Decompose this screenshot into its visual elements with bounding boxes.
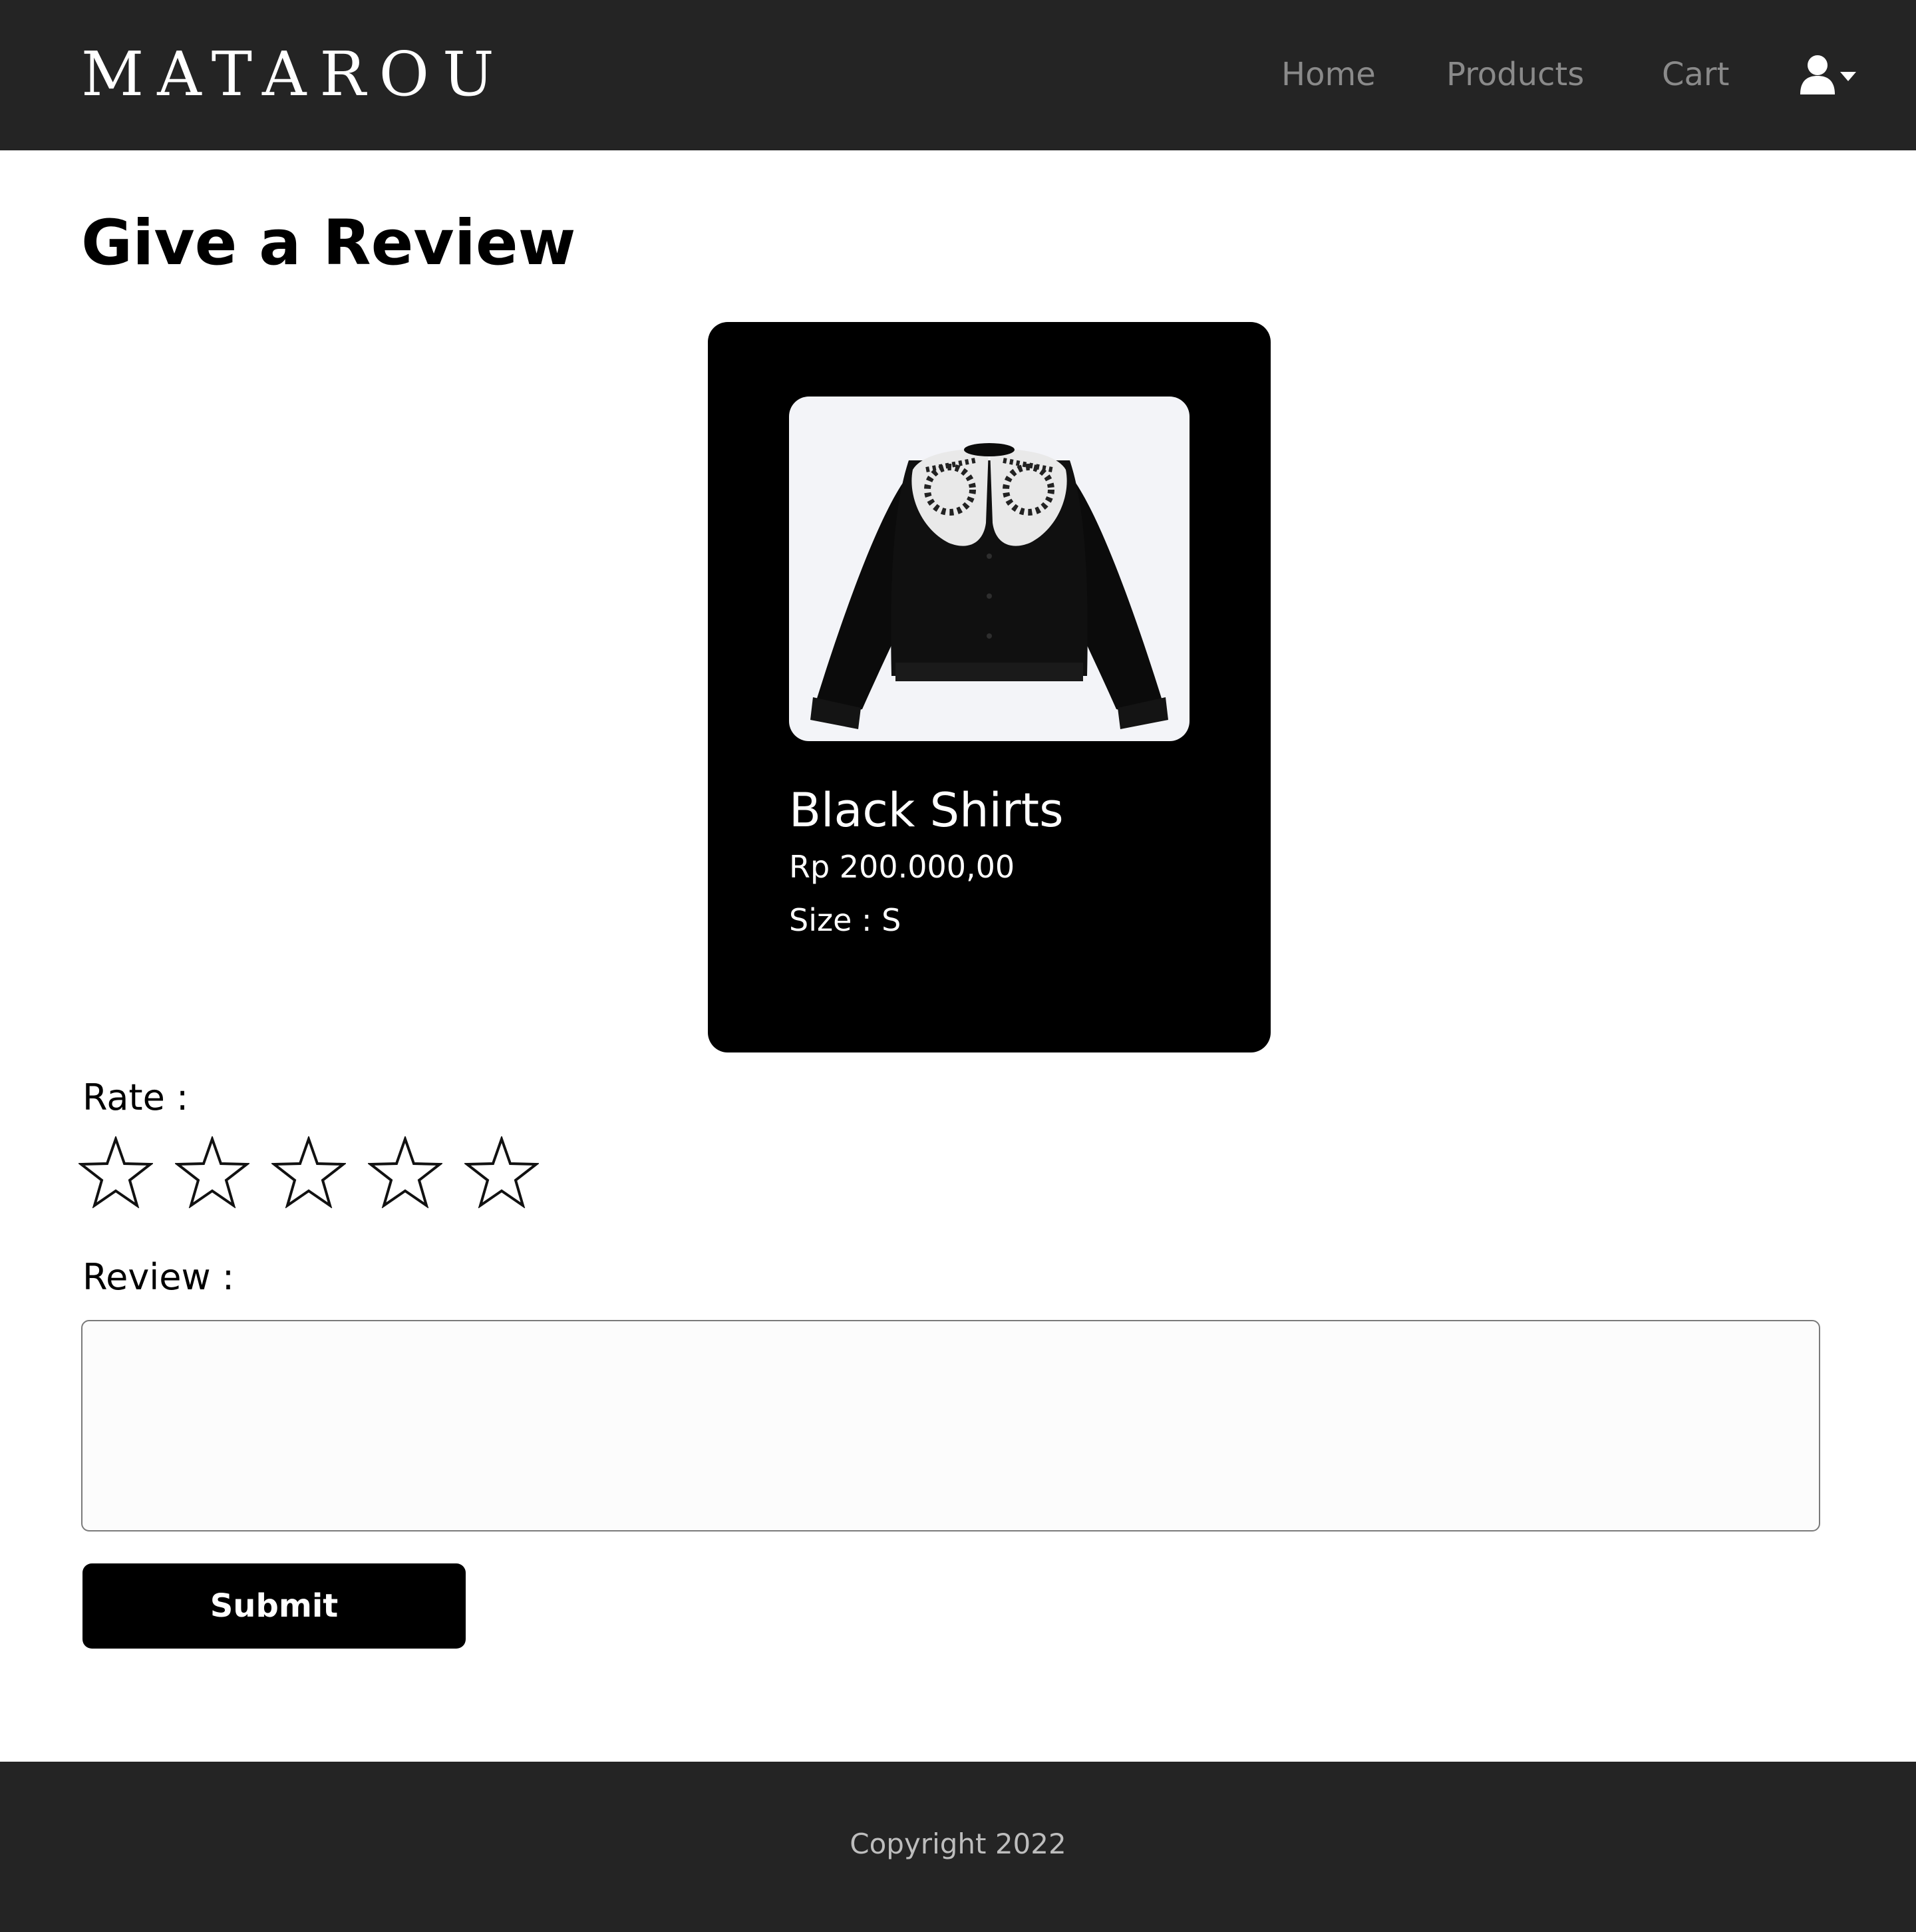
user-menu-button[interactable] — [1799, 55, 1857, 96]
product-name: Black Shirts — [789, 783, 1064, 838]
product-price: Rp 200.000,00 — [789, 849, 1015, 885]
star-icon-2[interactable] — [175, 1136, 249, 1208]
star-icon-5[interactable] — [464, 1136, 539, 1208]
nav-link-cart[interactable]: Cart — [1662, 53, 1729, 96]
product-image — [789, 397, 1190, 741]
navbar: MATAROU Home Products Cart — [0, 0, 1916, 150]
star-rating — [79, 1136, 561, 1209]
nav-link-home[interactable]: Home — [1281, 53, 1376, 96]
product-size: Size : S — [789, 902, 901, 938]
user-icon — [1800, 55, 1835, 94]
nav-link-products[interactable]: Products — [1446, 53, 1584, 96]
page-title: Give a Review — [81, 207, 576, 279]
product-card: Black Shirts Rp 200.000,00 Size : S — [708, 322, 1271, 1052]
review-page: MATAROU Home Products Cart Give a Review — [0, 0, 1916, 1932]
star-icon-4[interactable] — [368, 1136, 442, 1208]
copyright-text: Copyright 2022 — [850, 1828, 1066, 1860]
footer: Copyright 2022 — [0, 1762, 1916, 1932]
star-icon-3[interactable] — [271, 1136, 346, 1208]
rate-label: Rate : — [82, 1076, 189, 1118]
review-label: Review : — [82, 1256, 235, 1298]
star-icon-1[interactable] — [79, 1136, 153, 1208]
submit-button[interactable]: Submit — [82, 1563, 466, 1649]
caret-down-icon — [1840, 72, 1856, 81]
brand-logo[interactable]: MATAROU — [81, 41, 508, 108]
review-textarea[interactable] — [81, 1320, 1820, 1531]
